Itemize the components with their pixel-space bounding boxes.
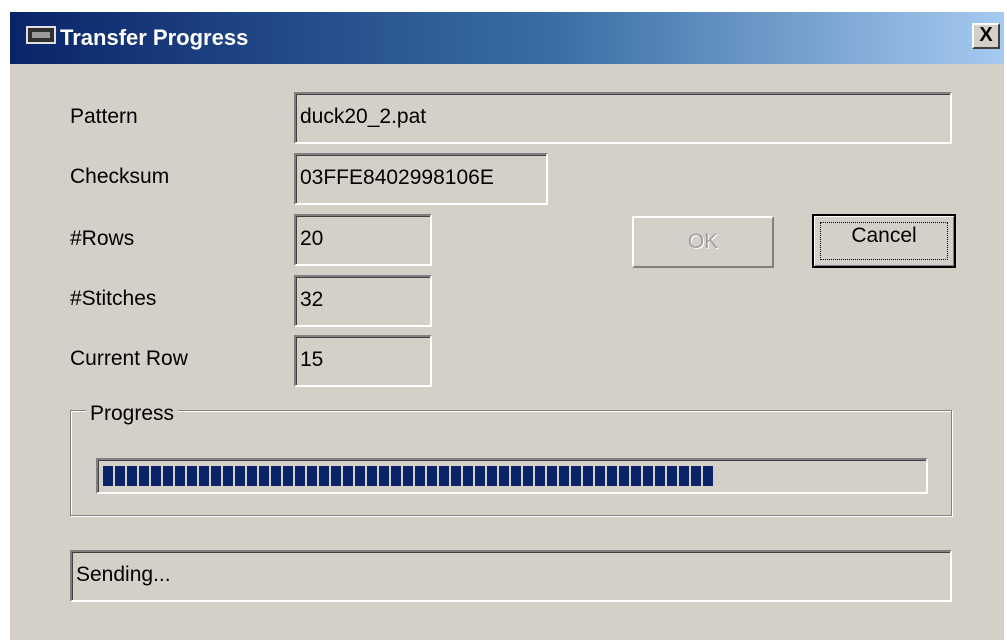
progress-chunk bbox=[391, 466, 401, 486]
rows-label: #Rows bbox=[70, 227, 135, 250]
close-button[interactable]: X bbox=[972, 23, 1000, 49]
status-field: Sending... bbox=[70, 550, 952, 602]
progress-chunk bbox=[199, 466, 209, 486]
stitches-label: #Stitches bbox=[70, 287, 157, 310]
current-row-field[interactable]: 15 bbox=[294, 335, 432, 387]
progress-chunk bbox=[343, 466, 353, 486]
progress-chunk bbox=[571, 466, 581, 486]
progress-chunk bbox=[547, 466, 557, 486]
title-bar[interactable]: Transfer Progress X bbox=[10, 12, 1004, 64]
progress-chunk bbox=[631, 466, 641, 486]
progress-chunk bbox=[655, 466, 665, 486]
progress-chunk bbox=[187, 466, 197, 486]
progress-chunk bbox=[151, 466, 161, 486]
progress-chunk bbox=[619, 466, 629, 486]
progress-chunk bbox=[583, 466, 593, 486]
progress-chunk bbox=[427, 466, 437, 486]
progress-chunk bbox=[559, 466, 569, 486]
progress-chunk bbox=[415, 466, 425, 486]
progress-chunk bbox=[307, 466, 317, 486]
progress-chunk bbox=[115, 466, 125, 486]
pattern-label: Pattern bbox=[70, 105, 138, 128]
progress-chunk bbox=[523, 466, 533, 486]
progress-chunk bbox=[595, 466, 605, 486]
progress-chunk bbox=[439, 466, 449, 486]
progress-chunk bbox=[211, 466, 221, 486]
progress-chunk bbox=[127, 466, 137, 486]
progress-chunk bbox=[379, 466, 389, 486]
progress-chunk bbox=[463, 466, 473, 486]
progress-chunk bbox=[667, 466, 677, 486]
progress-chunk bbox=[223, 466, 233, 486]
progress-chunk bbox=[403, 466, 413, 486]
progress-chunk bbox=[103, 466, 113, 486]
checksum-field[interactable]: 03FFE8402998106E bbox=[294, 153, 548, 205]
progress-bar bbox=[96, 458, 928, 494]
progress-chunk bbox=[139, 466, 149, 486]
progress-chunk bbox=[451, 466, 461, 486]
progress-chunk bbox=[367, 466, 377, 486]
progress-chunk bbox=[487, 466, 497, 486]
progress-chunk bbox=[355, 466, 365, 486]
progress-chunk bbox=[319, 466, 329, 486]
app-window-icon bbox=[26, 26, 56, 44]
progress-chunk bbox=[511, 466, 521, 486]
progress-chunk bbox=[679, 466, 689, 486]
cancel-button[interactable]: Cancel bbox=[812, 214, 956, 268]
progress-chunk bbox=[331, 466, 341, 486]
progress-chunk bbox=[259, 466, 269, 486]
progress-chunk bbox=[607, 466, 617, 486]
progress-chunk bbox=[235, 466, 245, 486]
progress-chunk bbox=[643, 466, 653, 486]
window-title: Transfer Progress bbox=[60, 25, 249, 50]
progress-chunk bbox=[499, 466, 509, 486]
progress-chunk bbox=[175, 466, 185, 486]
progress-chunk bbox=[295, 466, 305, 486]
progress-chunk bbox=[535, 466, 545, 486]
checksum-label: Checksum bbox=[70, 165, 170, 188]
stitches-field[interactable]: 32 bbox=[294, 275, 432, 327]
progress-group-label: Progress bbox=[86, 401, 179, 427]
transfer-progress-dialog: Transfer Progress X Pattern duck20_2.pat… bbox=[10, 12, 1004, 640]
current-row-label: Current Row bbox=[70, 347, 188, 370]
progress-chunk bbox=[475, 466, 485, 486]
cancel-focus-rect: Cancel bbox=[820, 222, 948, 260]
progress-chunk bbox=[703, 466, 713, 486]
rows-field[interactable]: 20 bbox=[294, 214, 432, 266]
ok-button[interactable]: OK bbox=[632, 216, 774, 268]
progress-chunk bbox=[163, 466, 173, 486]
progress-chunk bbox=[247, 466, 257, 486]
progress-chunk bbox=[691, 466, 701, 486]
progress-chunk bbox=[271, 466, 281, 486]
close-icon: X bbox=[979, 24, 993, 46]
progress-chunk bbox=[283, 466, 293, 486]
pattern-field[interactable]: duck20_2.pat bbox=[294, 92, 952, 144]
